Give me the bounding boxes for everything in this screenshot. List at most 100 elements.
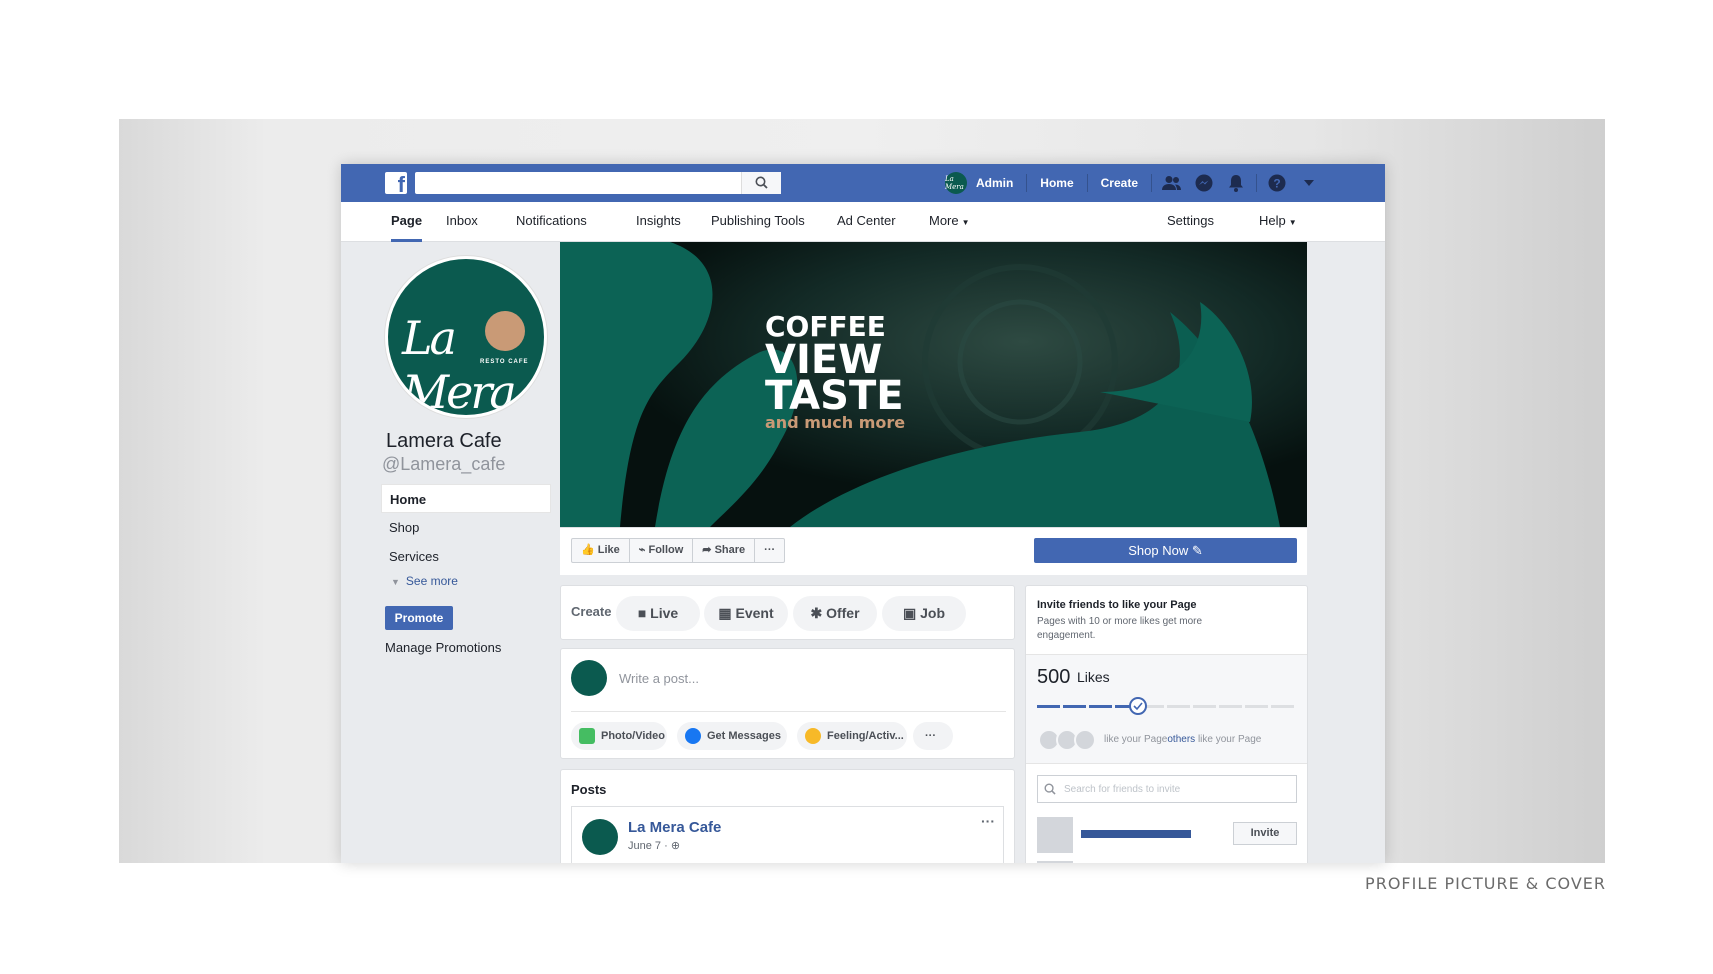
follow-label: Follow: [648, 544, 684, 556]
post-date-text: June 7 ·: [628, 840, 671, 852]
progress-segment: [1063, 705, 1086, 708]
left-nav-item-home[interactable]: Home: [381, 484, 551, 513]
create-offer-button[interactable]: ✱ Offer: [793, 596, 877, 631]
tab-publishing-tools[interactable]: Publishing Tools: [711, 202, 805, 242]
caret-down-icon: ▼: [961, 218, 970, 227]
tab-insights[interactable]: Insights: [636, 202, 681, 242]
photo-icon: [579, 728, 595, 744]
triangle-down-icon: ▼: [391, 577, 400, 587]
tab-notifications[interactable]: Notifications: [516, 202, 587, 242]
create-live-button[interactable]: ■ Live: [616, 596, 700, 631]
notifications-icon[interactable]: [1220, 164, 1252, 202]
messenger-icon: [685, 728, 701, 744]
post-author-avatar[interactable]: [582, 819, 618, 855]
get-messages-button[interactable]: Get Messages: [677, 722, 787, 750]
share-button[interactable]: ➦ Share: [693, 539, 756, 562]
briefcase-icon: ▣: [902, 605, 917, 621]
page-title[interactable]: Lamera Cafe: [386, 430, 502, 453]
admin-link[interactable]: Admin: [967, 176, 1022, 190]
posts-section: Posts La Mera Cafe June 7 · ⊕ ···: [560, 769, 1015, 863]
svg-text:?: ?: [1273, 177, 1280, 191]
help-icon[interactable]: ?: [1261, 164, 1293, 202]
others-link[interactable]: others: [1167, 734, 1195, 745]
feeling-activity-button[interactable]: Feeling/Activ...: [797, 722, 907, 750]
cover-photo[interactable]: COFFEE VIEW TASTE and much more: [560, 242, 1307, 527]
admin-avatar[interactable]: La Mera: [944, 172, 967, 194]
facebook-logo-icon[interactable]: f: [385, 172, 407, 196]
more-actions-button[interactable]: ···: [755, 539, 784, 562]
write-post-input[interactable]: Write a post...: [619, 671, 699, 686]
caret-down-icon: ▼: [1288, 218, 1297, 227]
tab-ad-center[interactable]: Ad Center: [837, 202, 896, 242]
progress-segment: [1193, 705, 1216, 708]
home-link[interactable]: Home: [1031, 176, 1082, 190]
page-nav: Page Inbox Notifications Insights Publis…: [341, 202, 1385, 242]
composer-more-button[interactable]: ···: [913, 722, 953, 750]
tab-help-label: Help: [1259, 213, 1286, 228]
account-menu-chevron-down-icon[interactable]: [1293, 164, 1325, 202]
divider: [1026, 174, 1028, 192]
create-job-button[interactable]: ▣ Job: [882, 596, 966, 631]
page-handle[interactable]: @Lamera_cafe: [382, 454, 505, 475]
create-label: Create: [571, 604, 612, 619]
posts-title: Posts: [571, 782, 607, 797]
manage-promotions-link[interactable]: Manage Promotions: [385, 640, 501, 655]
invite-description: Pages with 10 or more likes get more eng…: [1037, 616, 1203, 641]
left-nav-item-services[interactable]: Services: [381, 542, 551, 571]
shop-now-button[interactable]: Shop Now ✎: [1034, 538, 1297, 563]
friend-thumbnail: [1037, 861, 1073, 863]
friend-avatar: [1074, 729, 1096, 751]
likes-progress-section: 500 Likes like your Pageothers like your…: [1026, 654, 1307, 764]
action-button-group: 👍 Like ⌁ Follow ➦ Share ···: [571, 538, 786, 563]
page-action-bar: 👍 Like ⌁ Follow ➦ Share ··· Shop Now ✎: [560, 527, 1307, 575]
shop-now-label: Shop Now: [1128, 543, 1189, 558]
left-nav-item-shop[interactable]: Shop: [381, 513, 551, 542]
search-icon: [755, 176, 768, 189]
offer-tag-icon: ✱: [810, 605, 823, 621]
create-link[interactable]: Create: [1092, 176, 1147, 190]
tab-settings[interactable]: Settings: [1167, 202, 1214, 242]
event-label: Event: [735, 605, 774, 621]
create-event-button[interactable]: ▦ Event: [704, 596, 788, 631]
create-bar: Create ■ Live ▦ Event ✱ Offer ▣ Job: [560, 585, 1015, 640]
post-timestamp[interactable]: June 7 · ⊕: [628, 839, 680, 852]
progress-segment: [1245, 705, 1268, 708]
feeling-label: Feeling/Activ...: [827, 730, 904, 742]
search-input[interactable]: [415, 172, 781, 194]
cover-artwork: [560, 242, 1307, 527]
offer-label: Offer: [826, 605, 860, 621]
promote-button[interactable]: Promote: [385, 606, 453, 630]
tab-more[interactable]: More ▼: [929, 202, 970, 242]
tab-help[interactable]: Help ▼: [1259, 202, 1297, 242]
cover-headline: COFFEE VIEW TASTE: [765, 312, 904, 417]
facebook-page-window: f La Mera Admin Home Create ? Page Inbox…: [341, 164, 1385, 863]
profile-picture[interactable]: La Mera RESTO CAFE: [385, 256, 547, 418]
messenger-icon[interactable]: [1188, 164, 1220, 202]
post-author-name[interactable]: La Mera Cafe: [628, 819, 721, 836]
see-more-label: See more: [405, 574, 458, 588]
rss-icon: ⌁: [638, 544, 646, 556]
divider: [1086, 174, 1088, 192]
friend-requests-icon[interactable]: [1156, 164, 1188, 202]
tab-page[interactable]: Page: [391, 202, 423, 242]
follow-button[interactable]: ⌁ Follow: [630, 539, 694, 562]
invite-button[interactable]: Invite: [1233, 822, 1297, 845]
invite-search-input[interactable]: Search for friends to invite: [1037, 775, 1297, 803]
see-more-link[interactable]: ▼ See more: [391, 574, 458, 588]
search-button[interactable]: [741, 172, 781, 194]
likes-summary-c: like your Page: [1195, 734, 1262, 745]
likes-count: 500: [1037, 666, 1071, 688]
logo-subtitle: RESTO CAFE: [480, 359, 529, 365]
progress-segment: [1089, 705, 1112, 708]
friend-thumbnail: [1037, 817, 1073, 853]
progress-checkmark-icon: [1129, 697, 1147, 715]
invite-title: Invite friends to like your Page: [1037, 599, 1197, 611]
invite-search-placeholder: Search for friends to invite: [1064, 784, 1181, 795]
friend-faces: [1038, 729, 1096, 751]
tab-inbox[interactable]: Inbox: [446, 202, 478, 242]
like-button[interactable]: 👍 Like: [572, 539, 630, 562]
photo-video-button[interactable]: Photo/Video: [571, 722, 667, 750]
share-arrow-icon: ➦: [702, 544, 712, 556]
post-options-button[interactable]: ···: [981, 813, 995, 829]
progress-segment: [1219, 705, 1242, 708]
